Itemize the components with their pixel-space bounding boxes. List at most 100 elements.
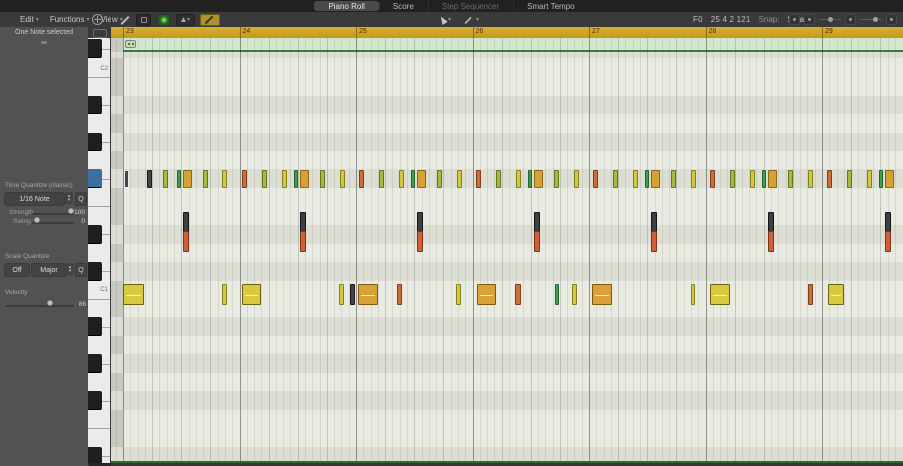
midi-note[interactable] xyxy=(574,170,579,188)
midi-note[interactable] xyxy=(645,170,649,188)
midi-note[interactable] xyxy=(123,284,144,305)
midi-note[interactable] xyxy=(222,284,227,305)
tab-step-sequencer[interactable]: Step Sequencer xyxy=(427,0,513,12)
slider-knob[interactable] xyxy=(46,300,53,306)
midi-note[interactable] xyxy=(399,170,404,188)
velocity-slider[interactable] xyxy=(6,300,74,310)
midi-note[interactable] xyxy=(534,212,540,232)
midi-note[interactable] xyxy=(827,170,832,188)
piano-key-black[interactable] xyxy=(88,132,102,152)
midi-note[interactable] xyxy=(476,170,481,188)
inspector-disclosure-icon[interactable] xyxy=(41,41,47,44)
global-tracks-icon[interactable] xyxy=(93,29,107,38)
tab-piano-roll[interactable]: Piano Roll xyxy=(314,1,379,11)
midi-note[interactable] xyxy=(633,170,638,188)
brush-tool-button[interactable] xyxy=(200,13,220,26)
midi-note[interactable] xyxy=(808,170,813,188)
midi-note[interactable] xyxy=(183,231,189,252)
auto-zoom-icon[interactable] xyxy=(804,14,815,25)
piano-key-black[interactable] xyxy=(88,391,102,410)
midi-note[interactable] xyxy=(768,170,777,188)
midi-note[interactable] xyxy=(762,170,766,188)
midi-note[interactable] xyxy=(320,170,325,188)
piano-key-selected[interactable] xyxy=(88,169,102,188)
midi-note[interactable] xyxy=(339,284,344,305)
horizontal-zoom-slider[interactable] xyxy=(860,15,882,24)
midi-note[interactable] xyxy=(691,284,695,305)
midi-note[interactable] xyxy=(750,170,755,188)
slider-knob[interactable] xyxy=(873,17,878,22)
midi-note[interactable] xyxy=(242,170,247,188)
midi-note[interactable] xyxy=(534,231,540,252)
midi-note[interactable] xyxy=(379,170,384,188)
midi-note[interactable] xyxy=(534,170,543,188)
scale-quantize-stepper[interactable]: ▴ ▾ xyxy=(66,263,74,275)
midi-note[interactable] xyxy=(457,170,462,188)
midi-note[interactable] xyxy=(768,231,774,252)
midi-note[interactable] xyxy=(847,170,852,188)
midi-note[interactable] xyxy=(282,170,287,188)
tab-score[interactable]: Score xyxy=(378,0,428,12)
midi-note[interactable] xyxy=(397,284,402,305)
midi-note[interactable] xyxy=(262,170,267,188)
slider-knob[interactable] xyxy=(33,217,40,223)
vertical-zoom-lock-icon[interactable] xyxy=(845,14,856,25)
midi-note[interactable] xyxy=(417,231,423,252)
midi-note[interactable] xyxy=(879,170,883,188)
midi-note[interactable] xyxy=(411,170,415,188)
midi-note[interactable] xyxy=(593,170,598,188)
midi-note[interactable] xyxy=(651,231,657,252)
midi-note[interactable] xyxy=(183,212,189,232)
midi-note[interactable] xyxy=(613,170,618,188)
horizontal-zoom-lock-icon[interactable] xyxy=(886,14,897,25)
midi-note[interactable] xyxy=(592,284,612,305)
time-quantize-apply-button[interactable]: Q xyxy=(75,192,87,206)
midi-note[interactable] xyxy=(477,284,496,305)
midi-note[interactable] xyxy=(222,170,227,188)
midi-note[interactable] xyxy=(808,284,813,305)
midi-note[interactable] xyxy=(300,231,306,252)
midi-note[interactable] xyxy=(300,170,309,188)
time-quantize-stepper[interactable]: ▴ ▾ xyxy=(65,192,73,204)
midi-note[interactable] xyxy=(300,212,306,232)
midi-note[interactable] xyxy=(177,170,181,188)
piano-keyboard[interactable]: C2 C1 xyxy=(88,38,111,463)
midi-note[interactable] xyxy=(340,170,345,188)
catch-playhead-icon[interactable] xyxy=(92,14,103,25)
swing-slider[interactable] xyxy=(32,217,74,227)
left-click-tool-menu[interactable]: ▾ xyxy=(437,14,454,25)
vertical-zoom-slider[interactable] xyxy=(819,15,841,24)
midi-note[interactable] xyxy=(885,212,891,232)
midi-note[interactable] xyxy=(572,284,577,305)
midi-in-button[interactable] xyxy=(156,13,171,26)
midi-note[interactable] xyxy=(496,170,501,188)
piano-key-black[interactable] xyxy=(88,95,102,115)
midi-note[interactable] xyxy=(242,284,261,305)
midi-note[interactable] xyxy=(885,170,894,188)
scale-quantize-root-select[interactable]: Off xyxy=(4,263,30,277)
midi-note[interactable] xyxy=(417,170,426,188)
midi-note[interactable] xyxy=(555,284,559,305)
scale-quantize-apply-button[interactable]: Q xyxy=(75,263,87,277)
midi-note[interactable] xyxy=(437,170,442,188)
slider-knob[interactable] xyxy=(828,17,833,22)
scale-quantize-scale-select[interactable]: Major xyxy=(31,263,67,277)
piano-key-black[interactable] xyxy=(88,317,102,336)
midi-note[interactable] xyxy=(456,284,461,305)
midi-note[interactable] xyxy=(788,170,793,188)
midi-note[interactable] xyxy=(350,284,355,305)
piano-key-black[interactable] xyxy=(88,354,102,373)
midi-note-selected[interactable] xyxy=(124,170,129,188)
midi-note[interactable] xyxy=(515,284,521,305)
midi-note[interactable] xyxy=(528,170,532,188)
midi-note[interactable] xyxy=(183,170,192,188)
piano-key-black[interactable] xyxy=(88,225,102,244)
midi-out-button[interactable] xyxy=(136,13,151,26)
midi-note[interactable] xyxy=(294,170,298,188)
note-overlap-button[interactable]: ▾ xyxy=(176,13,195,26)
piano-key-black[interactable] xyxy=(88,39,102,58)
midi-note[interactable] xyxy=(671,170,676,188)
time-quantize-select[interactable]: 1/16 Note xyxy=(4,192,65,206)
midi-note[interactable] xyxy=(203,170,208,188)
midi-note[interactable] xyxy=(691,170,696,188)
